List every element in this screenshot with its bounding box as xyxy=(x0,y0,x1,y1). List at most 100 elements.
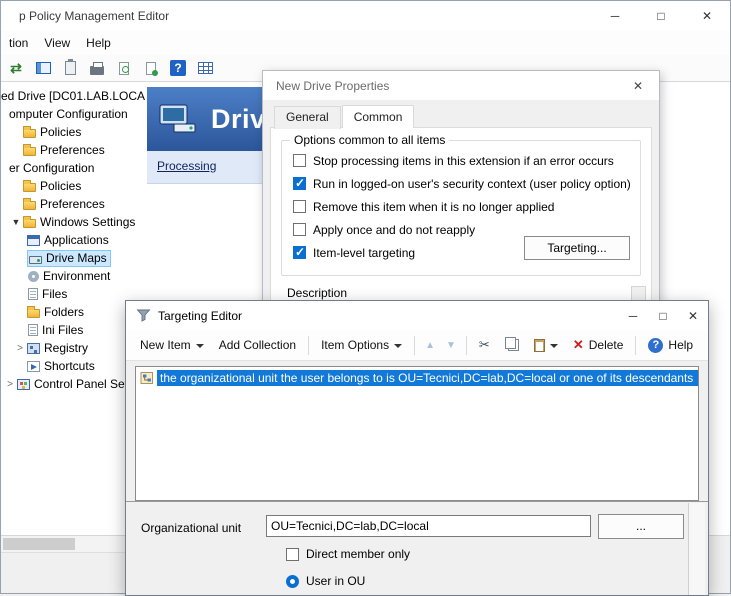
folder-icon xyxy=(23,147,36,156)
tree-item-label: Files xyxy=(42,287,67,301)
toolbar-separator xyxy=(414,336,415,355)
help-icon[interactable]: ? xyxy=(168,58,188,78)
chevron-right-icon[interactable]: > xyxy=(3,379,17,390)
close-icon[interactable]: ✕ xyxy=(617,71,659,100)
print-icon[interactable] xyxy=(87,58,107,78)
button-label: Item Options xyxy=(321,338,389,352)
folder-icon xyxy=(23,129,36,138)
registry-icon xyxy=(27,343,40,354)
organizational-unit-input[interactable] xyxy=(266,515,591,537)
back-forward-icon[interactable]: ⇄ xyxy=(6,58,26,78)
maximize-icon[interactable]: □ xyxy=(638,1,684,31)
dialog-title: New Drive Properties xyxy=(276,79,389,93)
chevron-down-icon[interactable]: ▼ xyxy=(9,217,23,227)
help-button[interactable]: ? Help xyxy=(642,335,699,356)
direct-member-only-checkbox[interactable]: Direct member only xyxy=(286,547,410,561)
move-up-icon[interactable]: ▲ xyxy=(421,338,439,353)
option-run-in-user-context[interactable]: Run in logged-on user's security context… xyxy=(282,172,640,195)
checkbox[interactable] xyxy=(286,548,299,561)
tab-common[interactable]: Common xyxy=(342,105,415,128)
paste-button[interactable] xyxy=(528,336,564,355)
refresh-doc-icon[interactable] xyxy=(114,58,134,78)
targeting-button[interactable]: Targeting... xyxy=(524,236,630,260)
radio-selected[interactable] xyxy=(286,575,299,588)
tree-item-label: Shortcuts xyxy=(44,359,95,373)
tree-item-label: omputer Configuration xyxy=(9,107,128,121)
targeting-rule-row[interactable]: the organizational unit the user belongs… xyxy=(136,369,698,387)
checkbox-checked[interactable] xyxy=(293,246,306,259)
checkbox[interactable] xyxy=(293,200,306,213)
folder-icon xyxy=(27,309,40,318)
tree-item-label: Policies xyxy=(40,125,81,139)
tree-item-drive-maps[interactable]: Drive Maps xyxy=(1,249,146,267)
rule-properties-panel: Organizational unit ... Direct member on… xyxy=(126,501,708,595)
applications-icon xyxy=(27,235,40,246)
menu-help[interactable]: Help xyxy=(78,32,119,54)
option-remove-when-no-longer-applied[interactable]: Remove this item when it is no longer ap… xyxy=(282,195,640,218)
description-label: Description xyxy=(287,286,347,300)
export-doc-icon[interactable] xyxy=(141,58,161,78)
tree-item-label: Folders xyxy=(44,305,84,319)
menu-view[interactable]: View xyxy=(36,32,78,54)
delete-button[interactable]: ✕ Delete xyxy=(567,334,630,356)
chevron-down-icon xyxy=(196,344,204,348)
move-down-icon[interactable]: ▼ xyxy=(442,338,460,353)
list-view-icon[interactable] xyxy=(195,58,215,78)
button-label: Add Collection xyxy=(219,338,296,352)
environment-icon xyxy=(28,271,39,282)
tree-item-root[interactable]: ed Drive [DC01.LAB.LOCA xyxy=(1,87,146,105)
radio-label: User in OU xyxy=(306,574,365,588)
files-icon xyxy=(28,288,38,300)
tree-item-label: Registry xyxy=(44,341,88,355)
delete-x-icon: ✕ xyxy=(573,337,584,353)
targeting-rules-list[interactable]: the organizational unit the user belongs… xyxy=(135,366,699,501)
tree-item-windows-settings[interactable]: ▼Windows Settings xyxy=(1,213,146,231)
processing-link[interactable]: Processing xyxy=(157,159,216,173)
tree-item-policies[interactable]: Policies xyxy=(1,177,146,195)
tree-item-preferences[interactable]: Preferences xyxy=(1,195,146,213)
help-icon: ? xyxy=(648,338,663,353)
minimize-icon[interactable]: ─ xyxy=(592,1,638,31)
option-stop-processing[interactable]: Stop processing items in this extension … xyxy=(282,149,640,172)
chevron-right-icon[interactable]: > xyxy=(13,343,27,354)
window-title: p Policy Management Editor xyxy=(19,9,169,23)
rule-text: the organizational unit the user belongs… xyxy=(157,370,698,386)
tree-item-environment[interactable]: Environment xyxy=(1,267,146,285)
organizational-unit-rule-icon xyxy=(140,371,154,385)
copy-icon xyxy=(508,339,519,351)
add-collection-button[interactable]: Add Collection xyxy=(213,335,302,355)
tree-item-user-configuration[interactable]: er Configuration xyxy=(1,159,146,177)
clipboard-icon[interactable] xyxy=(60,58,80,78)
close-icon[interactable]: ✕ xyxy=(684,1,730,31)
option-label: Remove this item when it is no longer ap… xyxy=(313,200,554,214)
targeting-editor-dialog: Targeting Editor ─ □ ✕ New Item Add Coll… xyxy=(125,300,709,596)
ini-files-icon xyxy=(28,324,38,336)
copy-button[interactable] xyxy=(499,336,525,354)
dialog-title: Targeting Editor xyxy=(158,309,242,323)
tab-general[interactable]: General xyxy=(274,106,341,129)
button-label: Help xyxy=(668,338,693,352)
checkbox[interactable] xyxy=(293,154,306,167)
item-options-button[interactable]: Item Options xyxy=(315,335,408,355)
tree-item-policies[interactable]: Policies xyxy=(1,123,146,141)
cut-button[interactable]: ✂ xyxy=(473,334,496,356)
tree-item-preferences[interactable]: Preferences xyxy=(1,141,146,159)
titlebar: p Policy Management Editor ─ □ ✕ xyxy=(1,1,730,31)
vertical-scrollbar[interactable] xyxy=(688,503,705,595)
menu-action[interactable]: tion xyxy=(1,32,36,54)
checkbox-checked[interactable] xyxy=(293,177,306,190)
close-icon[interactable]: ✕ xyxy=(678,301,708,330)
console-tree-icon[interactable] xyxy=(33,58,53,78)
new-item-button[interactable]: New Item xyxy=(134,335,210,355)
checkbox[interactable] xyxy=(293,223,306,236)
tree-item-computer-configuration[interactable]: omputer Configuration xyxy=(1,105,146,123)
tree-item-applications[interactable]: Applications xyxy=(1,231,146,249)
scrollbar-thumb[interactable] xyxy=(3,538,75,550)
tree-item-label: Policies xyxy=(40,179,81,193)
paste-icon xyxy=(534,339,545,352)
browse-button[interactable]: ... xyxy=(598,514,684,539)
user-in-ou-radio[interactable]: User in OU xyxy=(286,574,365,588)
minimize-icon[interactable]: ─ xyxy=(618,301,648,330)
maximize-icon[interactable]: □ xyxy=(648,301,678,330)
button-label: Delete xyxy=(589,338,624,352)
